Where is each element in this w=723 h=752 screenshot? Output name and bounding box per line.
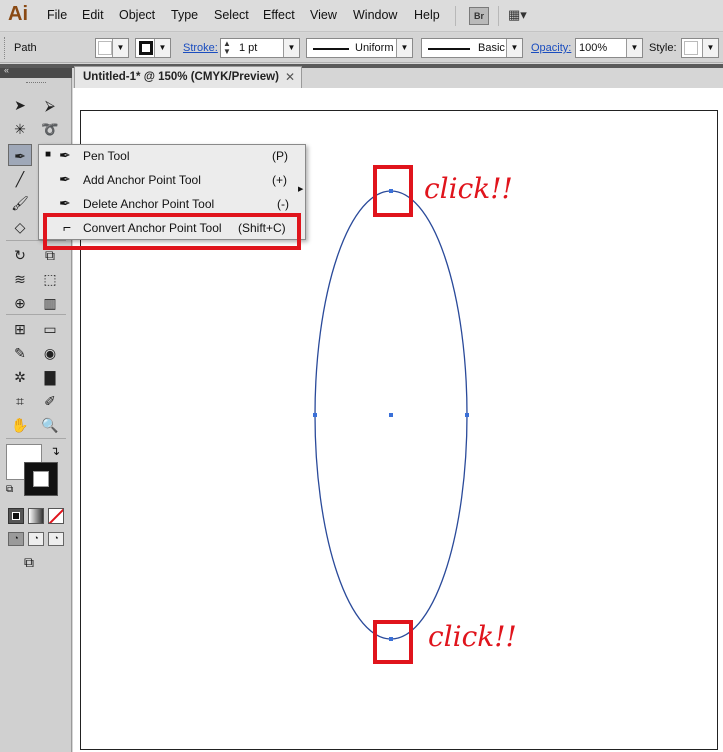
flyout-tearoff-arrow-icon[interactable]: ▶ bbox=[298, 185, 303, 193]
flyout-item-pen-tool[interactable]: ■ ✒ Pen Tool (P) bbox=[39, 145, 305, 169]
pen-icon: ✒ bbox=[59, 147, 71, 163]
canvas-artwork bbox=[313, 189, 469, 641]
selected-bullet-icon: ■ bbox=[45, 149, 52, 160]
click-annotation-bottom: click!! bbox=[428, 620, 517, 653]
highlight-box-convert-tool bbox=[43, 213, 301, 250]
highlight-box-bottom-anchor bbox=[373, 620, 413, 664]
highlight-box-top-anchor bbox=[373, 165, 413, 217]
delete-anchor-pen-icon: ✒ bbox=[59, 195, 71, 211]
flyout-item-label: Pen Tool bbox=[83, 149, 130, 163]
anchor-point-right[interactable] bbox=[465, 413, 469, 417]
flyout-item-label: Add Anchor Point Tool bbox=[83, 173, 201, 187]
add-anchor-pen-icon: ✒ bbox=[59, 171, 71, 187]
flyout-item-add-anchor-point-tool[interactable]: ✒ Add Anchor Point Tool (+) bbox=[39, 169, 305, 193]
flyout-item-label: Delete Anchor Point Tool bbox=[83, 197, 215, 211]
flyout-item-shortcut: (+) bbox=[272, 173, 287, 187]
flyout-item-shortcut: (-) bbox=[277, 197, 289, 211]
click-annotation-top: click!! bbox=[424, 172, 513, 205]
flyout-item-shortcut: (P) bbox=[272, 149, 288, 163]
center-point bbox=[389, 413, 393, 417]
anchor-point-left[interactable] bbox=[313, 413, 317, 417]
